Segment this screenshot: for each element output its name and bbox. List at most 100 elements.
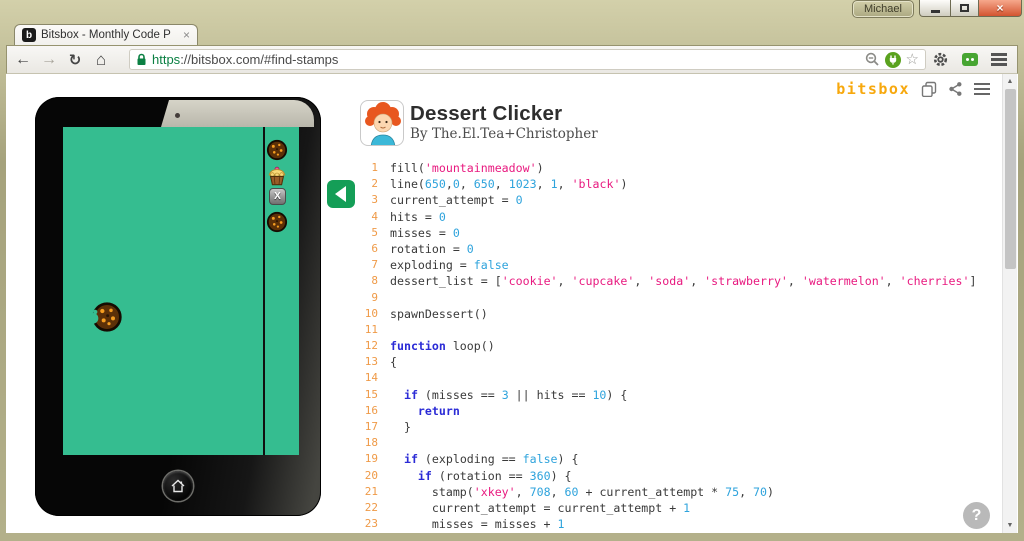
code-line[interactable]: 20 if (rotation == 360) {: [346, 468, 976, 484]
code-text: line(650,0, 650, 1023, 1, 'black'): [390, 177, 628, 192]
close-button[interactable]: ×: [978, 0, 1022, 17]
code-line[interactable]: 6 rotation = 0: [346, 241, 976, 257]
share-icon[interactable]: [948, 81, 963, 97]
code-text: }: [390, 420, 411, 434]
back-icon[interactable]: ←: [11, 46, 35, 73]
code-line[interactable]: 5 misses = 0: [346, 225, 976, 241]
code-text: if (misses == 3 || hits == 10) {: [403, 387, 628, 402]
bitsbox-favicon-icon: b: [22, 28, 36, 42]
code-text: function loop(): [390, 339, 495, 354]
line-number: 22: [364, 500, 378, 514]
window-titlebar[interactable]: Michael ×: [0, 0, 1024, 22]
gear-icon[interactable]: [932, 51, 949, 68]
code-text: spawnDessert(): [390, 306, 488, 321]
code-text: {: [390, 355, 397, 370]
chat-dot: [966, 58, 969, 61]
code-text: current_attempt = 0: [390, 193, 523, 208]
scroll-up-icon[interactable]: ▲: [1003, 78, 1017, 85]
browser-tab[interactable]: b Bitsbox - Monthly Code P ×: [14, 24, 198, 45]
code-text: current_attempt = current_attempt + 1: [390, 500, 691, 515]
line-number: 18: [364, 436, 378, 450]
game-divider-line: [263, 127, 265, 455]
code-text: dessert_list = ['cookie', 'cupcake', 'so…: [390, 274, 977, 289]
code-line[interactable]: 15 if (misses == 3 || hits == 10) {: [346, 387, 976, 403]
copy-pages-icon[interactable]: [921, 81, 937, 97]
help-button[interactable]: ?: [963, 502, 990, 529]
code-line[interactable]: 12 function loop(): [346, 338, 976, 354]
line-number: 4: [371, 209, 378, 223]
url-text: https://bitsbox.com/#find-stamps: [152, 52, 339, 67]
code-line[interactable]: 21 stamp('xkey', 708, 60 + current_attem…: [346, 484, 976, 500]
code-text: misses = misses + 1: [390, 517, 565, 532]
browser-window: Michael × b Bitsbox - Monthly Code P × ←…: [0, 0, 1024, 541]
code-line[interactable]: 17 }: [346, 419, 976, 435]
toolbar-extensions: [932, 46, 1007, 73]
maximize-button[interactable]: [951, 0, 978, 17]
line-number: 13: [364, 355, 378, 369]
line-number: 19: [364, 452, 378, 466]
code-line[interactable]: 4 hits = 0: [346, 209, 976, 225]
line-number: 7: [371, 258, 378, 272]
code-line[interactable]: 8 dessert_list = ['cookie', 'cupcake', 's…: [346, 273, 976, 289]
code-line[interactable]: 10 spawnDessert(): [346, 306, 976, 322]
home-icon[interactable]: ⌂: [89, 46, 113, 73]
cookie-stamp-icon[interactable]: [266, 211, 288, 233]
line-number: 6: [371, 241, 378, 255]
cookie-bitten-icon[interactable]: [91, 301, 123, 333]
code-line[interactable]: 19 if (exploding == false) {: [346, 451, 976, 467]
code-line[interactable]: 11: [346, 322, 976, 338]
code-line[interactable]: 16 return: [346, 403, 976, 419]
line-number: 21: [364, 484, 378, 498]
line-number: 17: [364, 420, 378, 433]
line-number: 10: [364, 306, 378, 320]
cupcake-stamp-icon[interactable]: [266, 165, 288, 187]
reload-icon[interactable]: ↻: [63, 46, 87, 73]
line-number: 9: [371, 290, 378, 304]
scroll-down-icon[interactable]: ▼: [1003, 522, 1017, 529]
code-text: if (rotation == 360) {: [417, 468, 572, 483]
code-line[interactable]: 2 line(650,0, 650, 1023, 1, 'black'): [346, 176, 976, 192]
code-line[interactable]: 18: [346, 435, 976, 451]
code-editor[interactable]: 1 fill('mountainmeadow') 2 line(650,0, 650,…: [346, 160, 977, 532]
address-bar[interactable]: https://bitsbox.com/#find-stamps ☆: [129, 49, 926, 70]
code-line[interactable]: 9: [346, 290, 976, 306]
xkey-button[interactable]: X: [269, 188, 286, 205]
zoom-out-icon[interactable]: [865, 52, 880, 67]
code-text: fill('mountainmeadow'): [390, 161, 544, 175]
minimize-button[interactable]: [919, 0, 951, 17]
code-line[interactable]: 1 fill('mountainmeadow'): [346, 160, 976, 176]
chrome-menu-icon[interactable]: [991, 53, 1007, 66]
code-line[interactable]: 7 exploding = false: [346, 257, 976, 273]
code-line[interactable]: 14: [346, 370, 976, 386]
cookie-stamp-icon[interactable]: [266, 139, 288, 161]
chat-dot: [971, 58, 974, 61]
code-line[interactable]: 3 current_attempt = 0: [346, 192, 976, 208]
chat-extension-icon[interactable]: [962, 53, 978, 66]
browser-toolbar: ← → ↻ ⌂ https://bitsbox.com/#find-stamps: [6, 45, 1018, 74]
code-text: return: [417, 403, 460, 418]
line-number: 3: [371, 193, 378, 207]
scrollbar-thumb[interactable]: [1005, 89, 1016, 269]
extension-plug-icon[interactable]: [884, 51, 901, 68]
tablet-top-bezel: [161, 100, 314, 127]
page-menu-icon[interactable]: [974, 82, 990, 96]
minimize-icon: [930, 10, 940, 13]
game-screen[interactable]: X: [63, 127, 299, 455]
code-text: misses = 0: [390, 225, 460, 240]
line-number: 20: [364, 468, 378, 482]
bookmark-star-icon[interactable]: ☆: [906, 52, 919, 67]
profile-button[interactable]: Michael: [852, 0, 914, 18]
bitsbox-logo[interactable]: bitsbox: [836, 80, 910, 98]
code-text: hits = 0: [390, 209, 446, 224]
maximize-icon: [960, 4, 969, 12]
code-line[interactable]: 22 current_attempt = current_attempt + 1: [346, 500, 976, 516]
forward-icon[interactable]: →: [37, 46, 61, 73]
code-text: if (exploding == false) {: [403, 452, 579, 467]
line-number: 8: [371, 274, 378, 288]
line-number: 23: [364, 517, 378, 531]
page-scrollbar[interactable]: ▲ ▼: [1002, 74, 1017, 533]
code-line[interactable]: 23 misses = misses + 1: [346, 516, 976, 532]
tablet-home-button[interactable]: [163, 471, 193, 501]
tab-close-icon[interactable]: ×: [183, 29, 190, 41]
code-line[interactable]: 13 {: [346, 354, 976, 370]
